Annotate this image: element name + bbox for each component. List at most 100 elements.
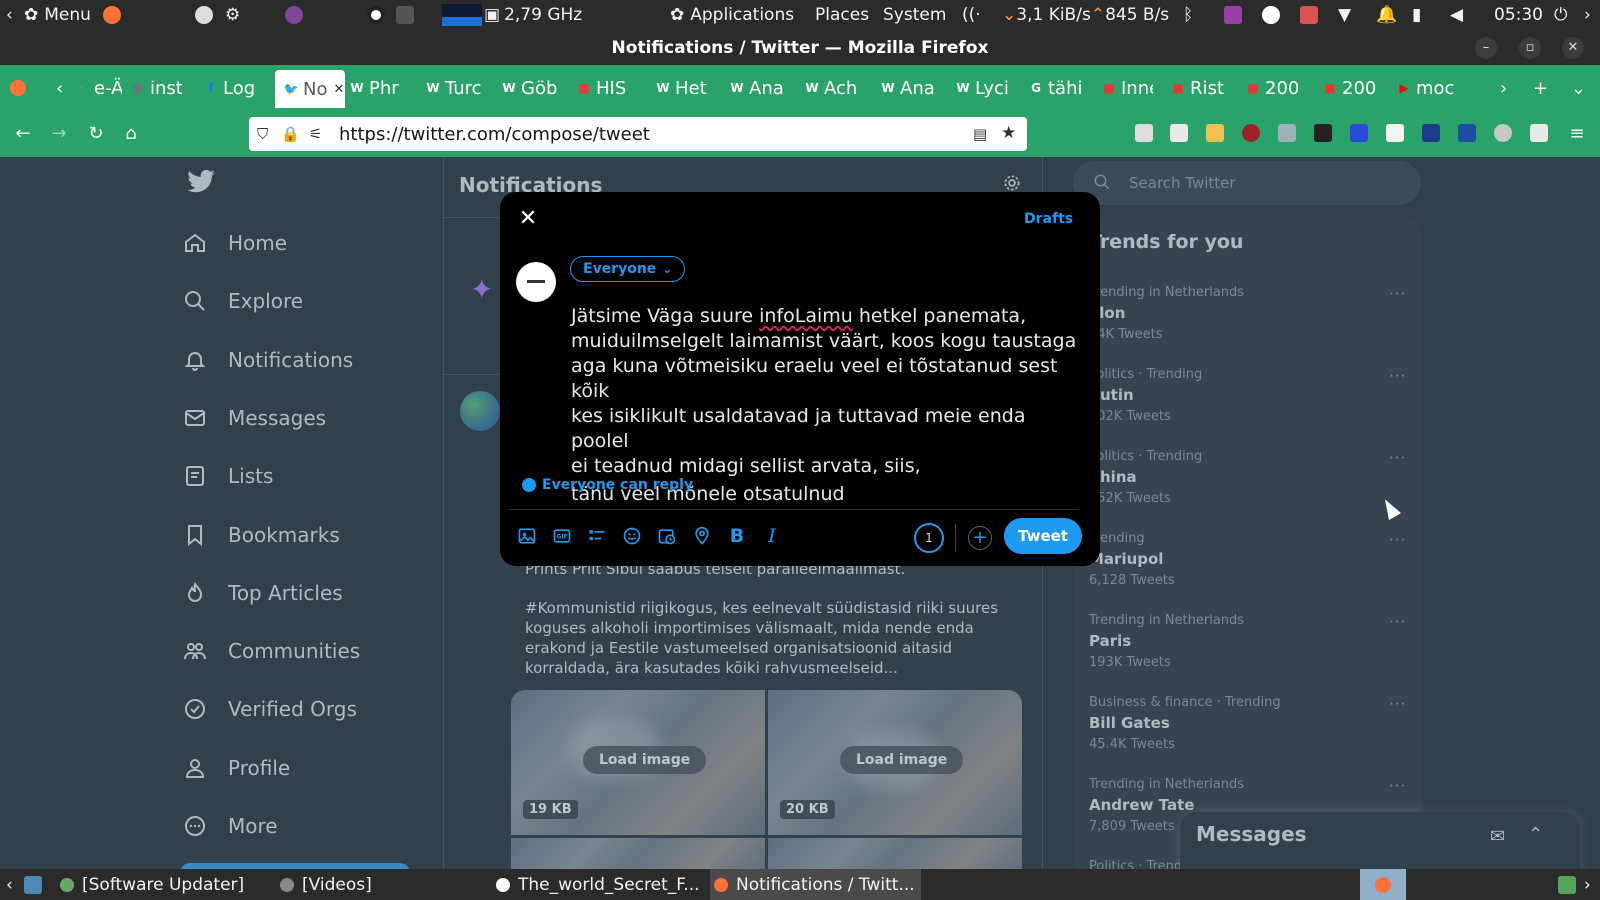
browser-tab[interactable]: W Phr (345, 71, 405, 105)
translate-icon[interactable]: ▤ (973, 125, 987, 143)
reload-icon[interactable]: ↻ (85, 123, 107, 144)
wifi-icon[interactable]: ▼ (1338, 0, 1351, 30)
text-part: muiduilmselgelt laimamist väärt, koos ko… (571, 330, 1077, 477)
bookmark-star-icon[interactable]: ★ (1001, 123, 1016, 143)
close-modal-icon[interactable]: ✕ (514, 204, 542, 232)
extension-cloud-icon[interactable] (1494, 124, 1512, 142)
maximize-button[interactable]: ▫ (1519, 37, 1541, 59)
taskbar-right-arrow-icon[interactable]: › (1584, 869, 1591, 900)
applications-menu[interactable]: ✿ Applications (670, 0, 794, 30)
forward-icon[interactable]: → (48, 123, 70, 144)
taskbar-left-arrow-icon[interactable]: ‹ (6, 869, 13, 900)
browser-tab[interactable]: W Het (651, 71, 711, 105)
extension-nl-icon[interactable] (1458, 124, 1476, 142)
settings-launcher-icon[interactable]: ⚙ (225, 0, 240, 30)
close-tab-icon[interactable]: ✕ (333, 82, 344, 97)
url-bar[interactable]: ⛉ 🔒 ⚟ https://twitter.com/compose/tweet … (249, 117, 1027, 151)
launcher-a-icon[interactable] (195, 0, 213, 30)
lock-icon[interactable]: 🔒 (281, 125, 300, 143)
drafts-button[interactable]: Drafts (1024, 211, 1073, 227)
bold-icon[interactable]: B (720, 519, 754, 553)
show-desktop-icon[interactable] (24, 869, 42, 900)
extensions-puzzle-icon[interactable] (1530, 124, 1548, 142)
browser-tab[interactable]: W Ach (800, 71, 860, 105)
bell-tray-icon[interactable]: 🔔 (1376, 0, 1397, 30)
firefox-view-icon[interactable] (10, 71, 26, 105)
browser-tab[interactable]: Gtähi (1024, 71, 1084, 105)
back-icon[interactable]: ← (12, 123, 34, 144)
poll-icon[interactable] (580, 519, 614, 553)
home-button-icon[interactable]: ⌂ (120, 123, 142, 144)
volume-icon[interactable]: ◀ (1450, 0, 1463, 30)
tweet-button[interactable]: Tweet (1004, 518, 1082, 554)
browser-tab[interactable]: W Ana (876, 71, 936, 105)
reply-setting-button[interactable]: Everyone can reply (522, 477, 693, 493)
workspace-switcher[interactable] (1360, 869, 1406, 900)
new-tab-icon[interactable]: + (1533, 71, 1548, 105)
browser-tab[interactable]: · e-Är (70, 71, 122, 105)
bluetooth-icon[interactable]: ᛒ (1183, 0, 1193, 30)
extension-calendar-icon[interactable] (1314, 124, 1332, 142)
panel-right-arrow-icon[interactable]: › (1584, 0, 1591, 30)
tor-launcher-icon[interactable] (285, 0, 303, 30)
url-text[interactable]: https://twitter.com/compose/tweet (339, 124, 650, 145)
schedule-icon[interactable] (650, 519, 684, 553)
tab-scroll-left-icon[interactable]: ‹ (56, 71, 63, 105)
taskbar-window-button[interactable]: The_world_Secret_F... (492, 869, 706, 900)
browser-tab[interactable]: ■ Inne (1097, 71, 1153, 105)
browser-tab[interactable]: W Lyci (951, 71, 1011, 105)
trash-icon[interactable] (1558, 869, 1576, 900)
opera-launcher-icon[interactable] (367, 0, 385, 30)
browser-tab[interactable]: ■ Rist (1166, 71, 1226, 105)
browser-tab[interactable]: W Göb (497, 71, 557, 105)
down-arrow-icon: ⌄ (1002, 5, 1017, 25)
places-menu[interactable]: Places (815, 0, 869, 30)
shield-tray-icon[interactable] (1300, 0, 1318, 30)
taskbar-window-button[interactable]: [Software Updater] (56, 869, 250, 900)
extension-funnel-icon[interactable] (1386, 124, 1404, 142)
hamburger-menu-icon[interactable]: ≡ (1566, 123, 1588, 144)
italic-icon[interactable]: I (755, 519, 789, 553)
permissions-icon[interactable]: ⚟ (309, 125, 322, 143)
browser-tab[interactable]: f Log (199, 71, 259, 105)
close-window-button[interactable]: ✕ (1562, 37, 1584, 59)
clock[interactable]: 05:30 (1494, 0, 1543, 30)
gif-icon[interactable]: GIF (545, 519, 579, 553)
location-icon[interactable] (685, 519, 719, 553)
firefox-launcher-icon[interactable] (103, 0, 121, 30)
system-menu[interactable]: System (883, 0, 946, 30)
tab-list-chevron-icon[interactable]: ⌄ (1571, 71, 1586, 105)
browser-tab[interactable]: W Turc (421, 71, 481, 105)
browser-tab[interactable]: ▶ moc (1392, 71, 1462, 105)
media-icon[interactable] (510, 519, 544, 553)
audience-selector[interactable]: Everyone ⌄ (570, 256, 686, 282)
panel-left-arrow-icon[interactable]: ‹ (6, 0, 13, 30)
browser-tab[interactable]: ■ 200 (1241, 71, 1303, 105)
terminal-launcher-icon[interactable] (396, 0, 414, 30)
menu-button[interactable]: ✿ Menu (24, 0, 91, 30)
downloads-icon[interactable] (1170, 124, 1188, 142)
emoji-icon[interactable] (615, 519, 649, 553)
tab-active-twitter[interactable]: 🐦 No ✕ (275, 70, 345, 108)
extension-id-icon[interactable] (1422, 124, 1440, 142)
tracking-shield-icon[interactable]: ⛉ (257, 125, 268, 143)
tab-scroll-right-icon[interactable]: › (1500, 71, 1507, 105)
browser-tab[interactable]: ■ HIS (572, 71, 634, 105)
skype-icon[interactable] (1262, 0, 1280, 30)
extension-gray-icon[interactable] (1278, 124, 1296, 142)
power-icon[interactable]: ⏻ (1554, 0, 1567, 30)
ublock-icon[interactable] (1242, 124, 1260, 142)
user-avatar[interactable] (516, 262, 556, 302)
battery-icon[interactable]: ▮ (1412, 0, 1421, 30)
tray-purple-icon[interactable] (1224, 0, 1242, 30)
extension-link-icon[interactable] (1350, 124, 1368, 142)
extension-folder-icon[interactable] (1206, 124, 1224, 142)
taskbar-window-button[interactable]: Notifications / Twitt... (710, 869, 921, 900)
browser-tab[interactable]: ◎ inst (126, 71, 182, 105)
add-thread-icon[interactable]: + (968, 526, 992, 550)
minimize-button[interactable]: – (1475, 37, 1497, 59)
pocket-icon[interactable] (1135, 124, 1153, 142)
taskbar-window-button[interactable]: [Videos] (276, 869, 378, 900)
browser-tab[interactable]: W Ana (725, 71, 785, 105)
browser-tab[interactable]: ■ 200 (1318, 71, 1380, 105)
